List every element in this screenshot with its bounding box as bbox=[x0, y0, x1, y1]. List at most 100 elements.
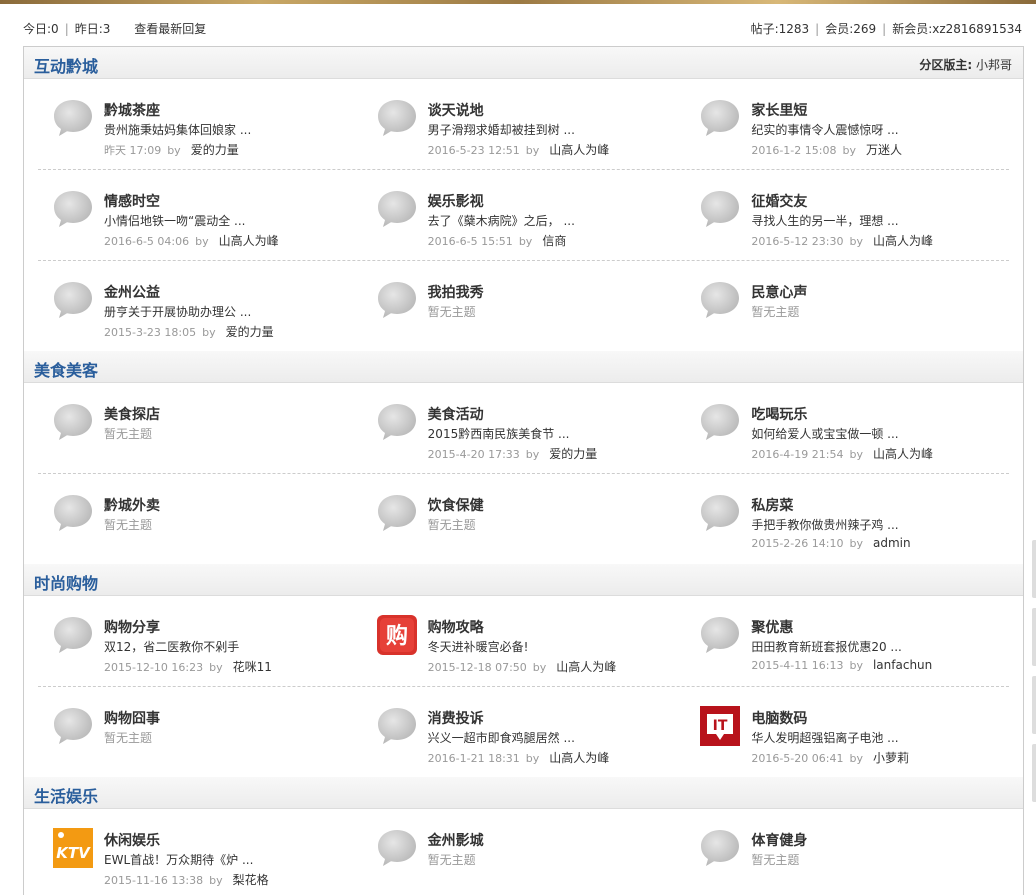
forum-name[interactable]: 娱乐影视 bbox=[428, 191, 484, 211]
last-post-author[interactable]: 爱的力量 bbox=[191, 143, 239, 157]
forum-board: 互动黔城 分区版主: 小邦哥 黔城茶座 贵州施秉姑妈集体回娘家 ... 昨天 17:09… bbox=[23, 46, 1024, 895]
forum-name[interactable]: 私房菜 bbox=[751, 495, 793, 515]
new-member[interactable]: 新会员:xz2816891534 bbox=[892, 22, 1022, 36]
divider: | bbox=[64, 22, 69, 36]
last-post-author[interactable]: 山高人为峰 bbox=[873, 234, 933, 248]
last-post-author[interactable]: 花咪11 bbox=[233, 660, 272, 674]
category-title[interactable]: 互动黔城 bbox=[34, 53, 98, 77]
speech-bubble-icon[interactable] bbox=[53, 402, 93, 442]
last-post-author[interactable]: 万迷人 bbox=[866, 143, 902, 157]
last-post-title[interactable]: 手把手教你做贵州辣子鸡 ... bbox=[751, 516, 898, 533]
last-post-author[interactable]: 山高人为峰 bbox=[873, 447, 933, 461]
speech-bubble-icon[interactable] bbox=[53, 493, 93, 533]
last-post-author[interactable]: 爱的力量 bbox=[549, 447, 597, 461]
category-title[interactable]: 时尚购物 bbox=[34, 570, 98, 594]
speech-bubble-icon[interactable] bbox=[700, 402, 740, 442]
last-post-title[interactable]: 华人发明超强铝离子电池 ... bbox=[751, 729, 898, 746]
forum-name[interactable]: 黔城外卖 bbox=[104, 495, 160, 515]
forum-name[interactable]: 我拍我秀 bbox=[428, 282, 484, 302]
speech-bubble-icon[interactable] bbox=[53, 615, 93, 655]
speech-bubble-icon[interactable] bbox=[377, 280, 417, 320]
speech-bubble-icon[interactable] bbox=[377, 706, 417, 746]
speech-bubble-icon[interactable] bbox=[377, 493, 417, 533]
last-post-title[interactable]: 小情侣地铁一吻“震动全 ... bbox=[104, 212, 245, 229]
it-logo-icon[interactable]: IT bbox=[700, 706, 741, 746]
last-post-title[interactable]: 田田教育新班套报优惠20 ... bbox=[751, 638, 902, 655]
forum-name[interactable]: 休闲娱乐 bbox=[104, 830, 160, 850]
last-post-author[interactable]: 山高人为峰 bbox=[219, 234, 279, 248]
forum-name[interactable]: 消费投诉 bbox=[428, 708, 484, 728]
forum-name[interactable]: 电脑数码 bbox=[751, 708, 807, 728]
forum-name[interactable]: 情感时空 bbox=[104, 191, 160, 211]
last-post-date: 2016-6-5 15:51 bbox=[427, 235, 513, 248]
speech-bubble-icon[interactable] bbox=[377, 98, 417, 138]
speech-bubble-icon[interactable] bbox=[377, 828, 417, 868]
last-post-title[interactable]: 册亨关于开展协助办理公 ... bbox=[104, 303, 251, 320]
forum-name[interactable]: 黔城茶座 bbox=[104, 100, 160, 120]
by-label: by bbox=[202, 326, 216, 339]
speech-bubble-icon[interactable] bbox=[377, 189, 417, 229]
by-label: by bbox=[532, 661, 547, 674]
forum-name[interactable]: 美食探店 bbox=[104, 404, 160, 424]
last-post-title[interactable]: 2015黔西南民族美食节 ... bbox=[428, 425, 570, 442]
last-post-author[interactable]: 山高人为峰 bbox=[549, 143, 609, 157]
forum-name[interactable]: 购物分享 bbox=[104, 617, 160, 637]
speech-bubble-icon[interactable] bbox=[377, 402, 417, 442]
last-post-author[interactable]: lanfachun bbox=[873, 658, 932, 672]
category-title[interactable]: 生活娱乐 bbox=[34, 783, 98, 807]
speech-bubble-icon[interactable] bbox=[700, 493, 740, 533]
forum-name[interactable]: 聚优惠 bbox=[751, 617, 793, 637]
last-post-date: 2015-12-10 16:23 bbox=[104, 661, 204, 674]
ktv-logo-icon[interactable]: KTV bbox=[53, 828, 93, 868]
forum-item: KTV 休闲娱乐 EWL首战！万众期待《炉 ... 2015-11-16 13:38 b… bbox=[38, 809, 362, 895]
last-post-title[interactable]: 如何给爱人或宝宝做一顿 ... bbox=[751, 425, 898, 442]
forum-name[interactable]: 体育健身 bbox=[751, 830, 807, 850]
forum-name[interactable]: 美食活动 bbox=[428, 404, 484, 424]
speech-bubble-icon[interactable] bbox=[53, 189, 93, 229]
speech-bubble-icon[interactable] bbox=[700, 280, 740, 320]
forum-name[interactable]: 金州影城 bbox=[428, 830, 484, 850]
last-post-title[interactable]: 兴义一超市即食鸡腿居然 ... bbox=[428, 729, 575, 746]
last-post-author[interactable]: 梨花格 bbox=[233, 873, 269, 887]
no-topic-text: 暂无主题 bbox=[104, 731, 153, 745]
speech-bubble-icon[interactable] bbox=[700, 828, 740, 868]
speech-bubble-icon[interactable] bbox=[53, 98, 93, 138]
last-post-title[interactable]: EWL首战！万众期待《炉 ... bbox=[104, 851, 253, 868]
speech-bubble-icon[interactable] bbox=[700, 98, 740, 138]
last-post-author[interactable]: 山高人为峰 bbox=[549, 751, 609, 765]
speech-bubble-icon[interactable] bbox=[700, 615, 740, 655]
last-post-author[interactable]: 小萝莉 bbox=[873, 751, 909, 765]
no-topic-text: 暂无主题 bbox=[427, 305, 476, 319]
speech-bubble-icon[interactable] bbox=[700, 189, 740, 229]
last-post-author[interactable]: admin bbox=[873, 536, 911, 550]
last-post-author[interactable]: 信商 bbox=[542, 234, 566, 248]
last-post-title[interactable]: 冬天进补暖宫必备! bbox=[428, 638, 529, 655]
forum-name[interactable]: 饮食保健 bbox=[428, 495, 484, 515]
forum-row: 黔城茶座 贵州施秉姑妈集体回娘家 ... 昨天 17:09 by 爱的力量 谈天说地 男子滑… bbox=[38, 79, 1009, 170]
forum-name[interactable]: 购物囧事 bbox=[104, 708, 160, 728]
speech-bubble-icon[interactable] bbox=[53, 280, 93, 320]
latest-replies-link[interactable]: 查看最新回复 bbox=[134, 22, 206, 36]
last-post-title[interactable]: 男子滑翔求婚却被挂到树 ... bbox=[428, 121, 575, 138]
last-post-date: 2016-5-23 12:51 bbox=[427, 144, 520, 157]
forum-name[interactable]: 金州公益 bbox=[104, 282, 160, 302]
last-post-title[interactable]: 贵州施秉姑妈集体回娘家 ... bbox=[104, 121, 251, 138]
forum-name[interactable]: 征婚交友 bbox=[751, 191, 807, 211]
speech-bubble-icon[interactable] bbox=[53, 706, 93, 746]
last-post-title[interactable]: 纪实的事情令人震憾惊呀 ... bbox=[751, 121, 898, 138]
last-post-author[interactable]: 爱的力量 bbox=[226, 325, 274, 339]
forum-name[interactable]: 谈天说地 bbox=[428, 100, 484, 120]
moderator-name[interactable]: 小邦哥 bbox=[976, 58, 1012, 72]
last-post-author[interactable]: 山高人为峰 bbox=[556, 660, 616, 674]
shopping-logo-icon[interactable]: 购 bbox=[376, 615, 417, 655]
last-post-title[interactable]: 寻找人生的另一半，理想 ... bbox=[751, 212, 898, 229]
side-scroll-marks bbox=[1032, 540, 1036, 812]
forum-name[interactable]: 民意心声 bbox=[751, 282, 807, 302]
by-label: by bbox=[849, 659, 863, 672]
category-title[interactable]: 美食美客 bbox=[34, 357, 98, 381]
last-post-title[interactable]: 双12，省二医教你不剁手 bbox=[104, 638, 239, 655]
forum-name[interactable]: 家长里短 bbox=[751, 100, 807, 120]
forum-name[interactable]: 吃喝玩乐 bbox=[751, 404, 807, 424]
last-post-title[interactable]: 去了《蘖木病院》之后， ... bbox=[428, 212, 575, 229]
forum-name[interactable]: 购物攻略 bbox=[428, 617, 484, 637]
